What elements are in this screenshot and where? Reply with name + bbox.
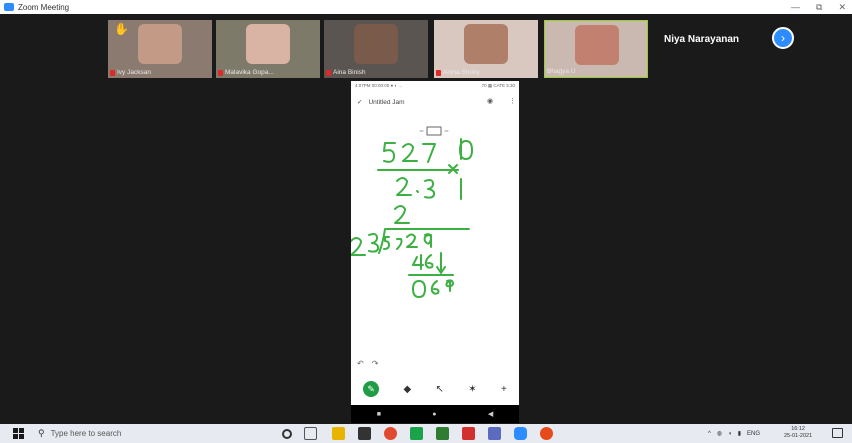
digit-5: [383, 142, 396, 163]
digit-2: [402, 143, 418, 162]
app-icon-darkgreen[interactable]: [436, 427, 449, 440]
divisor-23: [351, 233, 380, 256]
language-indicator[interactable]: ENG: [747, 431, 760, 437]
participant-video: [575, 25, 619, 65]
teams-icon[interactable]: [488, 427, 501, 440]
muted-mic-icon: [110, 69, 115, 76]
frame-indicator: [426, 126, 442, 136]
participant-video: [464, 24, 508, 64]
undo-icon[interactable]: ↶: [357, 359, 364, 368]
shared-screen: 4:07PM 00:00:00 ● ◐ ... 70 ▦ CATE 5:30 ✓…: [351, 81, 519, 423]
bring-down-arrow: [436, 252, 446, 274]
status-left: 4:07PM 00:00:00 ● ◐ ...: [355, 83, 403, 88]
share-icon[interactable]: ◉: [487, 97, 493, 105]
muted-mic-icon: [326, 69, 331, 76]
participant-video: [138, 24, 182, 64]
participant-name: Aina Binish: [326, 69, 366, 76]
participant-video: [354, 24, 398, 64]
search-icon: ⚲: [38, 428, 45, 438]
muted-mic-icon: [436, 69, 441, 76]
digits-46: [412, 254, 434, 270]
store-icon[interactable]: [358, 427, 371, 440]
search-placeholder: Type here to search: [50, 429, 122, 438]
minimize-button[interactable]: —: [791, 2, 800, 12]
file-explorer-icon[interactable]: [332, 427, 345, 440]
participant-tile[interactable]: Aina Binish: [324, 20, 428, 78]
network-icon[interactable]: ◍: [717, 430, 722, 437]
app-icon-orange[interactable]: [540, 427, 553, 440]
check-icon[interactable]: ✓: [357, 98, 362, 106]
zoom-icon: [4, 3, 14, 11]
dividend-digits: [383, 233, 432, 250]
app-icon-green[interactable]: [410, 427, 423, 440]
close-button[interactable]: ✕: [838, 2, 846, 13]
jamboard-toolbar: ✎ ◆ ↖ ✶ +: [351, 373, 519, 405]
redo-icon[interactable]: ↷: [372, 359, 379, 368]
participant-name: Bhagya U: [547, 68, 576, 75]
android-nav-bar: ■ ● ◀: [351, 405, 519, 423]
title-bar: Zoom Meeting — ⧉ ✕: [0, 0, 852, 14]
muted-mic-icon: [218, 69, 223, 76]
status-right: 70 ▦ CATE 5:30: [481, 83, 515, 88]
system-tray: ^ ◍ ◖ ▮ ENG: [708, 424, 760, 443]
zoom-window: Zoom Meeting — ⧉ ✕ ✋ Ivy Jacksan Malavik…: [0, 0, 852, 424]
pdf-icon[interactable]: [462, 427, 475, 440]
participant-name: Ivy Jacksan: [110, 69, 151, 76]
decimal-point: [416, 190, 419, 193]
quotient-2: [394, 205, 410, 224]
home-icon[interactable]: ●: [432, 411, 436, 418]
participant-name: Malavika Gopa...: [218, 69, 274, 76]
notification-icon[interactable]: [832, 428, 843, 438]
windows-start-icon[interactable]: [13, 428, 24, 439]
participant-video: [246, 24, 290, 64]
recents-icon[interactable]: ■: [377, 411, 381, 418]
digit-10: [459, 138, 473, 160]
window-controls: — ⧉ ✕: [791, 0, 846, 14]
participant-tile-active[interactable]: Bhagya U: [544, 20, 648, 78]
participant-name: Anina Shoby: [436, 69, 480, 76]
participant-tile[interactable]: Malavika Gopa...: [216, 20, 320, 78]
chevron-up-icon[interactable]: ^: [708, 431, 711, 437]
handwritten-math: [351, 126, 473, 298]
laser-icon[interactable]: ✶: [468, 384, 476, 395]
speaker-name: Niya Narayanan: [664, 34, 740, 45]
eraser-icon[interactable]: ◆: [403, 384, 411, 395]
clock-date: 25-01-2021: [784, 433, 813, 439]
raised-hand-icon: ✋: [114, 22, 129, 36]
digit-3: [424, 179, 436, 199]
taskbar-search[interactable]: ⚲ Type here to search: [38, 426, 258, 441]
document-title[interactable]: Untitled Jam: [368, 99, 404, 106]
cortana-icon[interactable]: [282, 429, 292, 439]
digit-2b: [396, 177, 412, 196]
select-icon[interactable]: ↖: [436, 384, 444, 395]
phone-status-bar: 4:07PM 00:00:00 ● ◐ ... 70 ▦ CATE 5:30: [351, 81, 519, 91]
participant-tile[interactable]: Anina Shoby: [434, 20, 538, 78]
participant-strip: ✋ Ivy Jacksan Malavika Gopa... Aina Bini…: [0, 14, 852, 78]
restore-button[interactable]: ⧉: [816, 2, 822, 13]
participant-tile[interactable]: ✋ Ivy Jacksan: [108, 20, 212, 78]
windows-taskbar: ⚲ Type here to search ^ ◍ ◖ ▮ ENG 16:12 …: [0, 424, 852, 443]
window-title: Zoom Meeting: [18, 2, 70, 12]
zoom-taskbar-icon[interactable]: [514, 427, 527, 440]
back-icon[interactable]: ◀: [488, 410, 493, 418]
clock-time: 16:12: [791, 426, 805, 432]
remainder-069: [412, 279, 454, 298]
add-icon[interactable]: +: [501, 384, 507, 395]
chrome-icon[interactable]: [384, 427, 397, 440]
next-page-button[interactable]: ›: [772, 27, 794, 49]
battery-icon[interactable]: ▮: [738, 430, 741, 437]
drawing-canvas[interactable]: [351, 113, 519, 373]
volume-icon[interactable]: ◖: [728, 431, 732, 437]
digit-7: [422, 143, 436, 163]
task-view-icon[interactable]: [304, 427, 317, 440]
pen-tool-icon[interactable]: ✎: [363, 381, 380, 397]
more-icon[interactable]: ⋮: [509, 97, 516, 105]
chevron-right-icon: ›: [781, 31, 785, 45]
undo-redo: ↶ ↷: [357, 359, 378, 368]
jamboard-app-bar: ✓ Untitled Jam ◉ ⋮: [351, 93, 519, 111]
taskbar-clock[interactable]: 16:12 25-01-2021: [784, 426, 812, 440]
